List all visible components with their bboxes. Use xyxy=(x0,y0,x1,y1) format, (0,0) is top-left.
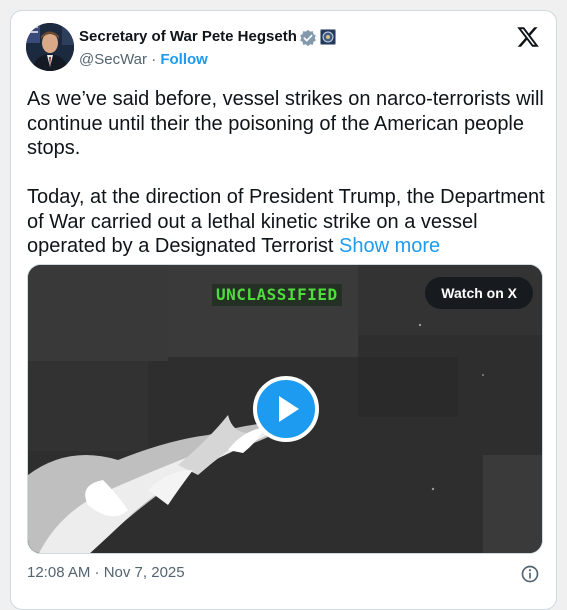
play-icon xyxy=(279,396,299,422)
play-button[interactable] xyxy=(253,376,319,442)
follow-button[interactable]: Follow xyxy=(160,51,208,68)
info-icon[interactable] xyxy=(520,564,540,584)
handle-row: @SecWar · Follow xyxy=(79,51,208,68)
tweet-paragraph-2-text: Today, at the direction of President Tru… xyxy=(27,186,545,257)
tweet-paragraph-2: Today, at the direction of President Tru… xyxy=(27,185,547,259)
avatar-photo xyxy=(26,23,74,71)
tweet-timestamp[interactable]: 12:08 AM · Nov 7, 2025 xyxy=(27,564,185,581)
x-logo-icon[interactable] xyxy=(516,25,540,49)
separator: · xyxy=(151,51,157,68)
watch-on-x-button[interactable]: Watch on X xyxy=(425,277,533,309)
avatar[interactable] xyxy=(26,23,74,71)
author-handle[interactable]: @SecWar xyxy=(79,51,147,68)
verified-badge-icon xyxy=(300,29,316,47)
unclassified-label: UNCLASSIFIED xyxy=(212,284,342,306)
tweet-paragraph-1: As we’ve said before, vessel strikes on … xyxy=(27,88,544,159)
tweet-card[interactable]: Secretary of War Pete Hegseth @SecWar · … xyxy=(10,10,557,610)
department-of-war-seal-icon[interactable] xyxy=(320,29,336,45)
tweet-text: As we’ve said before, vessel strikes on … xyxy=(27,87,547,259)
author-name[interactable]: Secretary of War Pete Hegseth xyxy=(79,28,297,45)
video-player[interactable]: UNCLASSIFIED Watch on X xyxy=(27,264,543,554)
show-more-link[interactable]: Show more xyxy=(339,235,440,257)
